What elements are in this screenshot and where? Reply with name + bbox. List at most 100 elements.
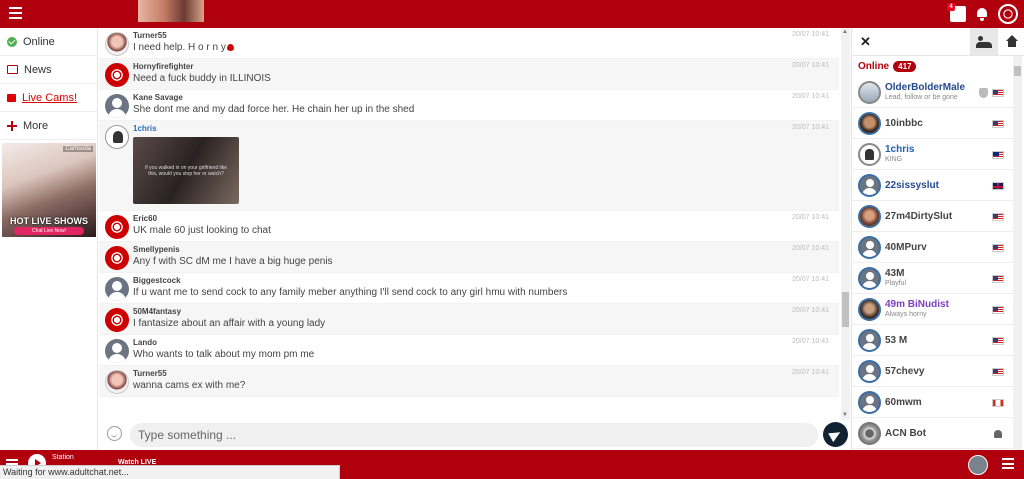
user-avatar-thumb[interactable] bbox=[858, 298, 881, 321]
message-username[interactable]: Biggestcock bbox=[133, 276, 839, 286]
nav-news[interactable]: News bbox=[0, 56, 97, 84]
user-avatar-thumb[interactable] bbox=[858, 267, 881, 290]
message-avatar[interactable] bbox=[105, 277, 129, 301]
user-name[interactable]: 1chris bbox=[885, 144, 914, 155]
message-username[interactable]: Turner55 bbox=[133, 369, 839, 379]
user-avatar-thumb[interactable] bbox=[858, 329, 881, 352]
message-image[interactable]: If you walked in on your girlfriend like… bbox=[133, 137, 239, 204]
message-avatar[interactable] bbox=[105, 94, 129, 118]
user-avatar-thumb[interactable] bbox=[858, 81, 881, 104]
user-name[interactable]: 22sissyslut bbox=[885, 180, 939, 191]
header-banner-image[interactable] bbox=[138, 0, 204, 22]
chat-message: Eric60 UK male 60 just looking to chat 20/… bbox=[99, 211, 839, 242]
user-avatar-thumb[interactable] bbox=[858, 143, 881, 166]
user-avatar[interactable] bbox=[968, 455, 988, 475]
message-username[interactable]: 50M4fantasy bbox=[133, 307, 839, 317]
send-button[interactable] bbox=[823, 422, 848, 447]
user-name[interactable]: 53 M bbox=[885, 335, 907, 346]
user-list-item[interactable]: 57chevy bbox=[852, 356, 1014, 387]
private-messages-icon[interactable]: 4 bbox=[947, 3, 966, 22]
message-username[interactable]: Lando bbox=[133, 338, 839, 348]
user-avatar-thumb[interactable] bbox=[858, 391, 881, 414]
emoji-icon[interactable] bbox=[107, 426, 122, 441]
user-list-item[interactable]: 40MPurv bbox=[852, 232, 1014, 263]
home-tab-icon[interactable] bbox=[998, 28, 1024, 55]
message-avatar[interactable] bbox=[105, 215, 129, 239]
message-text-content: Any f with SC dM me I have a big huge pe… bbox=[133, 256, 333, 267]
message-username[interactable]: Smellypenis bbox=[133, 245, 839, 255]
message-input[interactable] bbox=[130, 423, 818, 447]
scroll-up-arrow-icon[interactable]: ▲ bbox=[842, 29, 848, 35]
message-avatar[interactable] bbox=[105, 32, 129, 56]
nav-live-cams[interactable]: Live Cams! bbox=[0, 84, 97, 112]
scroll-down-arrow-icon[interactable]: ▼ bbox=[842, 412, 848, 418]
user-list-item[interactable]: OlderBolderMale Lead, follow or be gone bbox=[852, 77, 1014, 108]
flag-icon bbox=[992, 182, 1004, 190]
scroll-thumb[interactable] bbox=[842, 292, 849, 327]
message-username[interactable]: Hornyfirefighter bbox=[133, 62, 839, 72]
user-list-item[interactable]: 27m4DirtySlut bbox=[852, 201, 1014, 232]
message-username[interactable]: Turner55 bbox=[133, 31, 839, 41]
shield-icon bbox=[979, 88, 988, 98]
user-name[interactable]: 43M bbox=[885, 268, 904, 279]
user-name[interactable]: 49m BiNudist bbox=[885, 299, 949, 310]
message-username[interactable]: Eric60 bbox=[133, 214, 839, 224]
message-avatar[interactable] bbox=[105, 246, 129, 270]
user-name[interactable]: 57chevy bbox=[885, 366, 924, 377]
user-list-item[interactable]: 60mwm bbox=[852, 387, 1014, 418]
message-avatar[interactable] bbox=[105, 339, 129, 363]
user-name[interactable]: 10inbbc bbox=[885, 118, 923, 129]
user-name[interactable]: 60mwm bbox=[885, 397, 922, 408]
image-caption: If you walked in on your girlfriend like… bbox=[145, 165, 227, 177]
chat-messages[interactable]: Turner55 I need help. H o r n y 20/07 10:4… bbox=[99, 28, 839, 420]
message-avatar[interactable] bbox=[105, 370, 129, 394]
ad-chat-button[interactable]: Chat Live Now! bbox=[14, 227, 84, 235]
user-list-item[interactable]: 49m BiNudist Always horny bbox=[852, 294, 1014, 325]
check-circle-icon bbox=[7, 36, 17, 47]
user-avatar-thumb[interactable] bbox=[858, 422, 881, 445]
user-name[interactable]: 40MPurv bbox=[885, 242, 927, 253]
menu-icon[interactable] bbox=[9, 7, 22, 19]
nav-online[interactable]: Online bbox=[0, 28, 97, 56]
top-icons: 4 bbox=[947, 3, 1018, 24]
message-username[interactable]: Kane Savage bbox=[133, 93, 839, 103]
user-avatar-thumb[interactable] bbox=[858, 205, 881, 228]
flag-icon bbox=[992, 151, 1004, 159]
user-name[interactable]: 27m4DirtySlut bbox=[885, 211, 952, 222]
user-list-item[interactable]: 53 M bbox=[852, 325, 1014, 356]
message-text: I fantasize about an affair with a young… bbox=[133, 317, 839, 334]
user-name[interactable]: ACN Bot bbox=[885, 428, 926, 439]
globe-icon[interactable] bbox=[998, 4, 1018, 24]
user-avatar-thumb[interactable] bbox=[858, 360, 881, 383]
chat-scrollbar[interactable]: ▲ ▼ bbox=[841, 28, 850, 420]
user-list-item[interactable]: 10inbbc bbox=[852, 108, 1014, 139]
flag-icon bbox=[992, 89, 1004, 97]
user-avatar-thumb[interactable] bbox=[858, 236, 881, 259]
message-avatar[interactable] bbox=[105, 308, 129, 332]
message-text-content: Who wants to talk about my mom pm me bbox=[133, 349, 315, 360]
message-text: UK male 60 just looking to chat bbox=[133, 224, 839, 241]
message-username[interactable]: 1chris bbox=[133, 124, 839, 134]
user-list[interactable]: OlderBolderMale Lead, follow or be gone 10… bbox=[852, 77, 1014, 450]
user-list-scroll-thumb[interactable] bbox=[1014, 66, 1021, 76]
nav-more[interactable]: More bbox=[0, 112, 97, 140]
bell-icon[interactable] bbox=[976, 7, 988, 21]
chat-message: Lando Who wants to talk about my mom pm m… bbox=[99, 335, 839, 366]
bottom-menu-icon[interactable] bbox=[1002, 458, 1014, 469]
user-name[interactable]: OlderBolderMale bbox=[885, 82, 965, 93]
message-time: 20/07 10:41 bbox=[792, 62, 829, 69]
message-time: 20/07 10:41 bbox=[792, 245, 829, 252]
user-list-item[interactable]: 22sissyslut bbox=[852, 170, 1014, 201]
ad-banner[interactable]: Camsoda HOT LIVE SHOWS Chat Live Now! bbox=[2, 143, 96, 237]
user-list-item[interactable]: ACN Bot bbox=[852, 418, 1014, 449]
user-list-item[interactable]: 43M Playful bbox=[852, 263, 1014, 294]
close-icon[interactable]: ✕ bbox=[860, 34, 871, 50]
user-avatar-thumb[interactable] bbox=[858, 174, 881, 197]
user-list-item[interactable]: 1chris KING bbox=[852, 139, 1014, 170]
message-avatar[interactable] bbox=[105, 125, 129, 149]
users-tab-icon[interactable] bbox=[970, 28, 998, 55]
user-list-scrollbar[interactable] bbox=[1013, 56, 1022, 450]
user-avatar-thumb[interactable] bbox=[858, 112, 881, 135]
message-avatar[interactable] bbox=[105, 63, 129, 87]
ad-brand-tag: Camsoda bbox=[63, 146, 93, 152]
